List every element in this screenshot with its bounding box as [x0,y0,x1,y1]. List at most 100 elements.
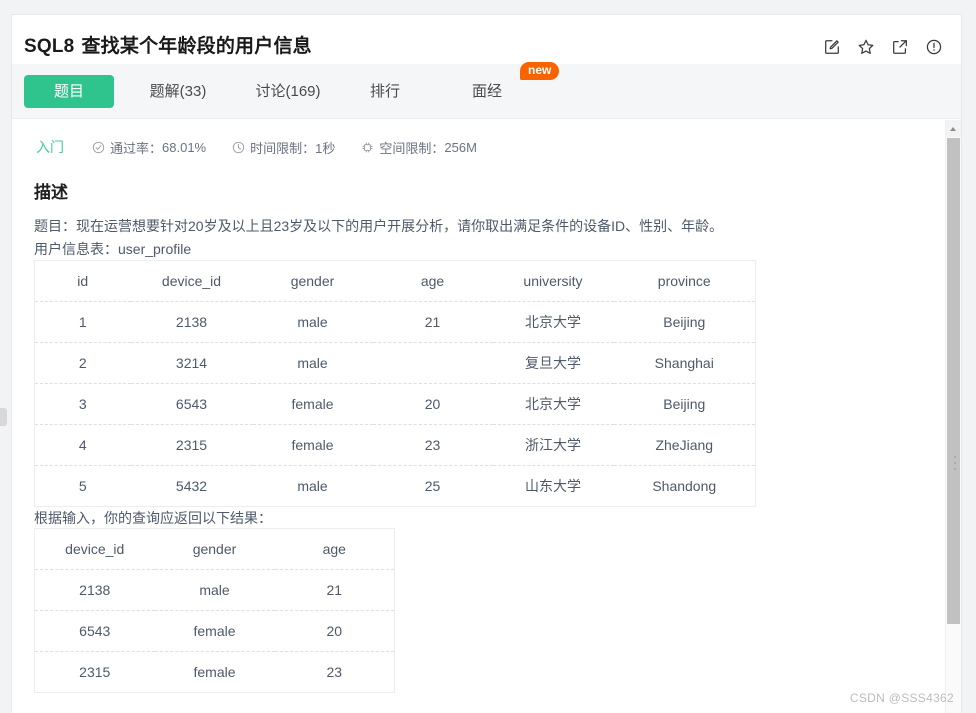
cell-gender: female [252,424,373,466]
tab-solutions[interactable]: 题解(33) [130,75,226,108]
meta-pass-rate: 通过率： 68.01% [92,138,206,157]
page-root: SQL8 查找某个年龄段的用户信息 题目 题解(33) 讨论(169) 排行 面… [0,0,976,713]
cell-device-id: 2138 [175,314,208,330]
cell-device-id: 3214 [130,342,253,384]
problem-header: SQL8 查找某个年龄段的用户信息 [12,15,961,64]
cell-gender: female [154,610,275,652]
cell-id: 3 [34,383,131,425]
difficulty-badge: 入门 [36,139,64,155]
dot [953,462,956,464]
problem-meta-bar: 入门 通过率： 68.01% 时间限制： 1秒 空间限制： 256M [36,137,503,157]
clock-icon [232,141,245,154]
cell-university: 北京大学 [525,314,581,330]
cell-age: 21 [424,314,441,330]
column-header-gender: gender [154,528,275,570]
description-heading: 描述 [34,183,68,202]
problem-code: SQL8 [24,36,75,57]
tab-problem[interactable]: 题目 [24,75,114,108]
share-external-icon[interactable] [891,38,909,56]
table-row: 6543 female 20 [34,610,395,652]
description-line-2: 用户信息表：user_profile [34,241,192,257]
star-icon[interactable] [857,38,875,56]
cell-university: 浙江大学 [492,424,614,466]
problem-title-text: 查找某个年龄段的用户信息 [81,36,312,57]
header-action-group [823,38,943,56]
content-scrollbar[interactable] [945,120,961,713]
cell-id: 4 [34,424,131,466]
cell-university: 复旦大学 [492,342,614,384]
cell-device-id: 2315 [130,424,253,466]
panel-collapse-handle-left[interactable] [0,408,7,426]
cell-id: 5 [34,465,131,507]
cell-province: Shandong [613,465,756,507]
column-header-age: age [372,260,493,302]
dot [953,468,956,470]
cell-age: 21 [326,582,343,598]
meta-pass-rate-label: 通过率： [110,140,163,156]
cell-university: 北京大学 [492,383,614,425]
tab-bar: 题目 题解(33) 讨论(169) 排行 面经 new [12,62,961,119]
cell-age: 23 [274,651,395,693]
page-title: SQL8 查找某个年龄段的用户信息 [24,31,312,58]
column-header-province: province [613,260,756,302]
column-header-device-id: device_id [34,528,155,570]
column-header-university: university [492,260,614,302]
cell-id: 2 [34,342,131,384]
problem-content: 入门 通过率： 68.01% 时间限制： 1秒 空间限制： 256M 描述 题目… [12,120,961,713]
dot [953,456,956,458]
cell-province: Beijing [613,383,756,425]
report-warning-icon[interactable] [925,38,943,56]
description-line-1: 题目：现在运营想要针对20岁及以上且23岁及以下的用户开展分析，请你取出满足条件… [34,218,724,234]
table-header-row: id device_id gender age university provi… [34,260,756,302]
tab-interview-new-badge: new [520,62,560,80]
table-row: 5 5432 male 25 山东大学 Shandong [34,465,756,507]
cell-device-id: 6543 [34,610,155,652]
table-row: 3 6543 female 20 北京大学 Beijing [34,383,756,425]
expected-output-table: device_id gender age 2138 male 21 6543 f… [34,528,395,693]
column-header-id: id [34,260,131,302]
meta-time-limit-label: 时间限制： [250,140,316,156]
cell-age: 20 [372,383,493,425]
cell-university: 山东大学 [492,465,614,507]
cell-province: Shanghai [613,342,756,384]
panel-resize-handle-right[interactable] [950,456,959,478]
cell-id: 1 [78,314,87,330]
watermark: CSDN @SSS4362 [849,691,954,705]
meta-pass-rate-value: 68.01% [162,139,207,155]
column-header-gender: gender [252,260,373,302]
cell-age: 25 [372,465,493,507]
table-row: 1 2138 male 21 北京大学 Beijing [35,302,756,343]
column-header-device-id: device_id [130,260,253,302]
table-row: 2138 male 21 [35,570,395,611]
note-edit-icon[interactable] [823,38,841,56]
cell-age [372,342,493,384]
cell-gender: male [297,314,328,330]
cell-gender: male [199,582,230,598]
table-row: 2315 female 23 [34,651,395,693]
meta-space-limit-value: 256M [444,139,477,155]
description-line-3: 根据输入，你的查询应返回以下结果： [34,510,272,526]
cell-gender: male [252,342,373,384]
cell-age: 20 [274,610,395,652]
table-header-row: device_id gender age [34,528,395,570]
problem-panel: SQL8 查找某个年龄段的用户信息 题目 题解(33) 讨论(169) 排行 面… [11,14,962,713]
scroll-up-arrow-icon[interactable] [946,120,961,137]
cell-device-id: 5432 [130,465,253,507]
check-circle-icon [92,141,105,154]
cell-province: Beijing [663,314,706,330]
tab-discussion[interactable]: 讨论(169) [236,75,340,108]
memory-chip-icon [361,141,374,154]
tab-ranking[interactable]: 排行 [350,75,420,108]
meta-space-limit: 空间限制： 256M [361,138,477,157]
cell-gender: female [252,383,373,425]
cell-age: 23 [372,424,493,466]
scrollbar-thumb[interactable] [947,138,960,624]
tab-interview[interactable]: 面经 [452,75,522,108]
cell-province: ZheJiang [613,424,756,466]
cell-gender: male [252,465,373,507]
cell-device-id: 2315 [34,651,155,693]
meta-space-limit-label: 空间限制： [379,140,445,156]
meta-time-limit: 时间限制： 1秒 [232,138,335,157]
cell-gender: female [154,651,275,693]
table-row: 2 3214 male 复旦大学 Shanghai [34,342,756,384]
